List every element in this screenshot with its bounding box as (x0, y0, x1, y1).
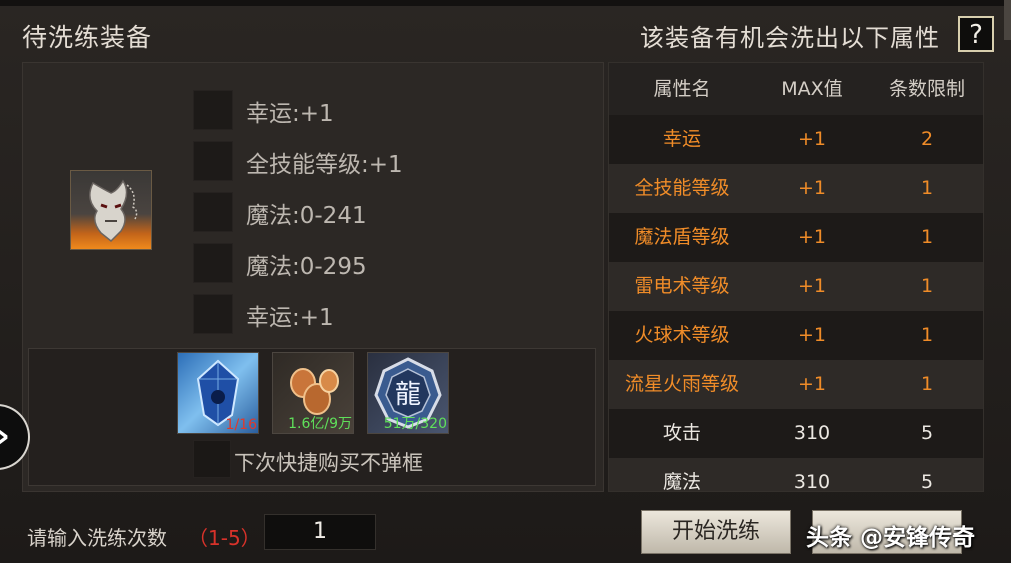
attribute-limit-cell: 1 (920, 275, 934, 297)
attribute-limit-cell: 1 (920, 226, 934, 248)
column-header-max: MAX值 (781, 78, 843, 100)
attribute-lock-checkbox[interactable] (193, 90, 233, 130)
attribute-lock-checkbox[interactable] (193, 294, 233, 334)
material-item-dragon-coin[interactable]: 龍 51万/320 (367, 352, 449, 434)
attribute-lock-checkbox[interactable] (193, 243, 233, 283)
demon-mask-helmet-icon (89, 179, 138, 243)
attribute-max-cell: +1 (797, 226, 826, 248)
attribute-limit-cell: 5 (920, 471, 934, 492)
pending-equipment-title: 待洗练装备 (22, 23, 153, 52)
svg-text:龍: 龍 (395, 380, 421, 410)
material-count: 51万/320 (383, 416, 447, 432)
table-row: 全技能等级 +1 1 (609, 164, 983, 213)
refine-count-label: 请输入洗练次数 (27, 526, 167, 550)
column-header-name: 属性名 (653, 78, 711, 100)
attribute-max-cell: 310 (793, 422, 831, 444)
attribute-max-cell: +1 (797, 275, 826, 297)
start-refine-button[interactable]: 开始洗练 (641, 510, 791, 554)
attribute-text: 魔法:0-241 (246, 203, 367, 229)
attribute-lock-checkbox[interactable] (193, 141, 233, 181)
table-row: 魔法 310 5 (609, 458, 983, 492)
refine-count-range: （1-5） (188, 526, 261, 550)
material-item-crystal[interactable]: 1/16 (177, 352, 259, 434)
attribute-table: 属性名 MAX值 条数限制 幸运 +1 2 全技能等级 +1 1 魔法盾等级 +1 1 雷电术等级… (608, 62, 984, 492)
attribute-limit-cell: 1 (920, 324, 934, 346)
possible-attributes-title: 该装备有机会洗出以下属性 (640, 24, 940, 52)
table-row: 火球术等级 +1 1 (609, 311, 983, 360)
chevron-right-icon: › (0, 418, 10, 454)
column-header-limit: 条数限制 (888, 78, 965, 100)
table-row: 攻击 310 5 (609, 409, 983, 458)
attribute-limit-cell: 1 (920, 373, 934, 395)
attribute-name-cell: 雷电术等级 (634, 275, 730, 297)
attribute-limit-cell: 1 (920, 177, 934, 199)
attribute-text: 幸运:+1 (246, 101, 334, 127)
attribute-name-cell: 幸运 (662, 128, 701, 150)
attribute-name-cell: 攻击 (662, 422, 701, 444)
no-popup-checkbox[interactable] (193, 440, 231, 478)
attribute-text: 全技能等级:+1 (246, 152, 403, 178)
top-edge (0, 0, 1011, 6)
attribute-max-cell: +1 (797, 373, 826, 395)
attribute-name-cell: 全技能等级 (634, 177, 730, 199)
attribute-max-cell: +1 (797, 128, 826, 150)
attribute-limit-cell: 5 (920, 422, 934, 444)
material-count: 1/16 (225, 417, 257, 433)
attribute-name-cell: 流星火雨等级 (624, 373, 739, 395)
help-button[interactable]: ? (958, 16, 994, 52)
attribute-lock-checkbox[interactable] (193, 192, 233, 232)
attribute-name-cell: 魔法盾等级 (634, 226, 730, 248)
attribute-max-cell: +1 (797, 177, 826, 199)
material-item-coins[interactable]: 1.6亿/9万 (272, 352, 354, 434)
background-sliver (1004, 0, 1011, 40)
attribute-max-cell: 310 (793, 471, 831, 492)
attribute-max-cell: +1 (797, 324, 826, 346)
table-row: 幸运 +1 2 (609, 115, 983, 164)
attribute-text: 魔法:0-295 (246, 254, 367, 280)
equipment-slot[interactable] (70, 170, 152, 250)
table-row: 流星火雨等级 +1 1 (609, 360, 983, 409)
attribute-name-cell: 火球术等级 (634, 324, 730, 346)
attribute-name-cell: 魔法 (662, 471, 701, 492)
table-row: 魔法盾等级 +1 1 (609, 213, 983, 262)
material-count: 1.6亿/9万 (288, 416, 352, 432)
watermark: 头条 @安锋传奇 (806, 525, 976, 551)
attribute-limit-cell: 2 (920, 128, 934, 150)
table-row: 雷电术等级 +1 1 (609, 262, 983, 311)
refine-count-input[interactable]: 1 (264, 514, 376, 550)
table-header: 属性名 MAX值 条数限制 (609, 63, 983, 115)
attribute-text: 幸运:+1 (246, 305, 334, 331)
no-popup-label: 下次快捷购买不弹框 (234, 451, 423, 475)
